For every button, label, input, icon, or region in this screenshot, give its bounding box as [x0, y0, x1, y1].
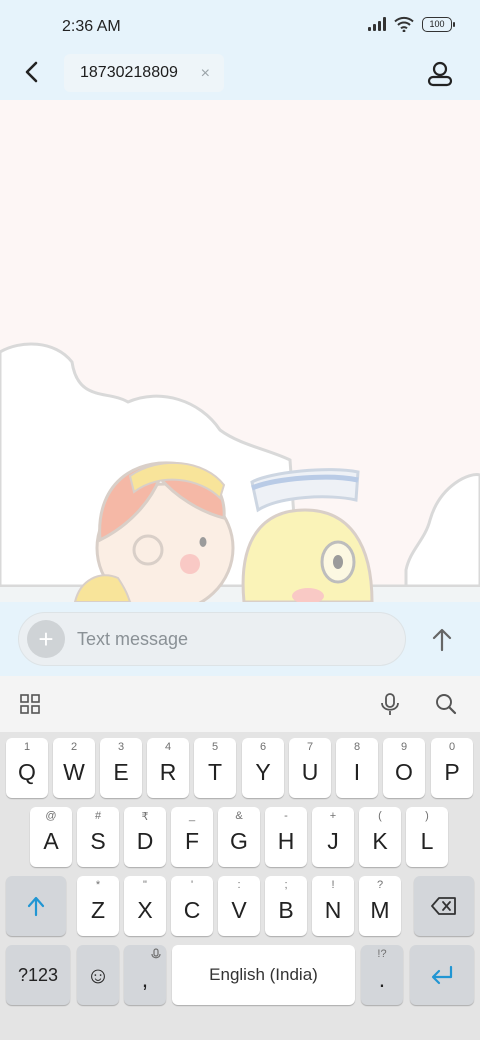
- key-y[interactable]: 6Y: [242, 738, 284, 798]
- back-arrow-icon: [25, 61, 38, 83]
- key-i[interactable]: 8I: [336, 738, 378, 798]
- key-m[interactable]: ? M: [359, 876, 401, 936]
- key-p[interactable]: 0P: [431, 738, 473, 798]
- key-a[interactable]: @ A: [30, 807, 72, 867]
- comma-key[interactable]: ,: [124, 945, 166, 1005]
- keyboard-toolbar: [0, 676, 480, 732]
- key-r[interactable]: 4R: [147, 738, 189, 798]
- period-key[interactable]: !? .: [361, 945, 403, 1005]
- add-attachment-button[interactable]: +: [27, 620, 65, 658]
- shift-arrow-icon: [27, 896, 45, 917]
- symbols-key[interactable]: ?123: [6, 945, 70, 1005]
- send-button[interactable]: [426, 624, 458, 656]
- message-placeholder: Text message: [77, 628, 189, 649]
- key-v[interactable]: :V: [218, 876, 260, 936]
- voice-input-button[interactable]: [374, 688, 406, 720]
- emoji-icon: ☺: [86, 961, 110, 988]
- wallpaper-illustration: [0, 342, 480, 602]
- status-icons: 100: [368, 16, 455, 32]
- key-f[interactable]: _ F: [171, 807, 213, 867]
- remove-recipient-icon[interactable]: ×: [201, 65, 210, 83]
- key-t[interactable]: 5T: [194, 738, 236, 798]
- microphone-hint-icon: [151, 948, 161, 959]
- status-time: 2:36 AM: [62, 18, 121, 35]
- arrow-up-icon: [432, 628, 452, 652]
- message-input[interactable]: + Text message: [18, 612, 406, 666]
- key-k[interactable]: (K: [359, 807, 401, 867]
- recipient-chip[interactable]: 18730218809 ×: [64, 54, 224, 92]
- emoji-key[interactable]: ☺: [77, 945, 119, 1005]
- key-z[interactable]: * Z: [77, 876, 119, 936]
- key-g[interactable]: & G: [218, 807, 260, 867]
- space-key[interactable]: English (India): [172, 945, 355, 1005]
- recipient-number: 18730218809: [80, 64, 178, 81]
- key-q[interactable]: 1Q: [6, 738, 48, 798]
- key-j[interactable]: + J: [312, 807, 354, 867]
- backspace-key[interactable]: [414, 876, 474, 936]
- signal-icon: [368, 17, 386, 31]
- key-e[interactable]: 3E: [100, 738, 142, 798]
- grid-icon: [20, 694, 40, 714]
- battery-icon: 100: [422, 16, 455, 32]
- status-bar: 2:36 AM 100: [0, 0, 480, 48]
- key-s[interactable]: # S: [77, 807, 119, 867]
- enter-icon: [431, 965, 453, 985]
- keyboard-search-button[interactable]: [430, 688, 462, 720]
- key-b[interactable]: ; B: [265, 876, 307, 936]
- keyboard: 1Q 2W 3E 4R 5T 6Y 7U 8I 9O 0P @ A # S ₹ D _…: [0, 732, 480, 1040]
- compose-bar: + Text message: [0, 602, 480, 674]
- key-o[interactable]: 9O: [383, 738, 425, 798]
- key-d[interactable]: ₹ D: [124, 807, 166, 867]
- search-icon: [436, 694, 457, 715]
- person-icon: [427, 61, 453, 87]
- backspace-icon: [431, 897, 456, 915]
- back-button[interactable]: [14, 54, 50, 90]
- enter-key[interactable]: [410, 945, 474, 1005]
- key-n[interactable]: ! N: [312, 876, 354, 936]
- key-w[interactable]: 2W: [53, 738, 95, 798]
- key-u[interactable]: 7U: [289, 738, 331, 798]
- microphone-icon: [381, 693, 399, 715]
- apps-grid-button[interactable]: [14, 688, 46, 720]
- wifi-icon: [394, 16, 414, 32]
- key-c[interactable]: ' C: [171, 876, 213, 936]
- contact-button[interactable]: [420, 54, 460, 94]
- conversation-header: 18730218809 ×: [0, 48, 480, 100]
- shift-key[interactable]: [6, 876, 66, 936]
- conversation-area: [0, 100, 480, 602]
- key-l[interactable]: ) L: [406, 807, 448, 867]
- key-h[interactable]: -H: [265, 807, 307, 867]
- key-x[interactable]: " X: [124, 876, 166, 936]
